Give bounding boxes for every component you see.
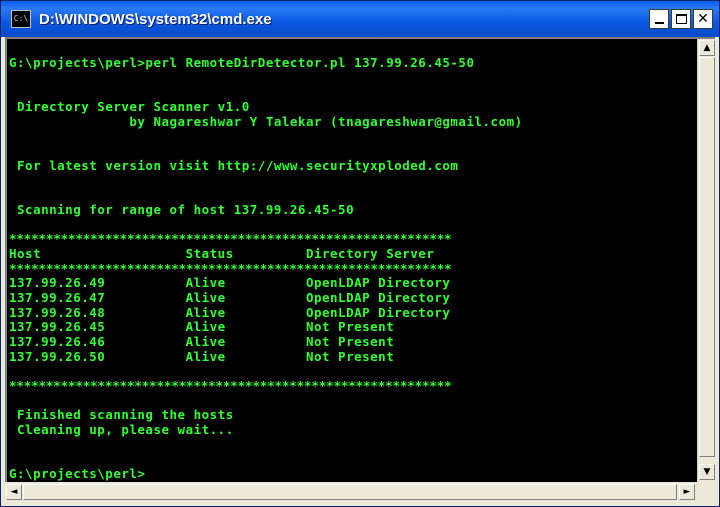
separator-line: ****************************************… <box>9 231 452 246</box>
vertical-scroll-thumb[interactable] <box>699 57 715 457</box>
title-bar[interactable]: C:\ D:\WINDOWS\system32\cmd.exe ✕ <box>1 1 719 37</box>
horizontal-scroll-thumb[interactable] <box>23 484 677 500</box>
scroll-down-button[interactable]: ▼ <box>699 464 715 480</box>
console-line: Finished scanning the hosts <box>9 407 234 422</box>
console-line: G:\projects\perl>perl RemoteDirDetector.… <box>9 55 475 70</box>
table-row: 137.99.26.47 Alive OpenLDAP Directory <box>9 290 451 305</box>
separator-line: ****************************************… <box>9 378 452 393</box>
scroll-left-icon: ◄ <box>10 487 18 497</box>
scroll-right-button[interactable]: ► <box>679 484 695 500</box>
cmd-app-icon[interactable]: C:\ <box>11 10 31 28</box>
minimize-icon <box>654 22 664 24</box>
console-output[interactable]: G:\projects\perl>perl RemoteDirDetector.… <box>7 39 695 482</box>
vertical-scrollbar[interactable]: ▲ ▼ <box>697 39 715 482</box>
window-controls: ✕ <box>649 9 713 29</box>
scroll-up-icon: ▲ <box>703 43 711 53</box>
maximize-icon <box>675 14 687 24</box>
scroll-down-icon: ▼ <box>703 467 711 477</box>
minimize-button[interactable] <box>649 9 669 29</box>
console-frame: G:\projects\perl>perl RemoteDirDetector.… <box>5 37 715 482</box>
table-row: 137.99.26.45 Alive Not Present <box>9 319 395 334</box>
console-line: Scanning for range of host 137.99.26.45-… <box>9 202 355 217</box>
table-row: 137.99.26.49 Alive OpenLDAP Directory <box>9 275 451 290</box>
close-icon: ✕ <box>697 11 709 27</box>
horizontal-scrollbar[interactable]: ◄ ► <box>5 483 715 501</box>
cmd-window: C:\ D:\WINDOWS\system32\cmd.exe ✕ G:\pro… <box>0 0 720 507</box>
maximize-button[interactable] <box>671 9 691 29</box>
table-row: 137.99.26.50 Alive Not Present <box>9 349 395 364</box>
scroll-left-button[interactable]: ◄ <box>6 484 22 500</box>
console-line: Cleaning up, please wait... <box>9 422 234 437</box>
scroll-right-icon: ► <box>683 487 691 497</box>
prompt-line: G:\projects\perl> <box>9 466 146 481</box>
console-line: by Nagareshwar Y Talekar (tnagareshwar@g… <box>9 114 523 129</box>
close-button[interactable]: ✕ <box>693 9 713 29</box>
window-title: D:\WINDOWS\system32\cmd.exe <box>39 10 272 28</box>
scroll-up-button[interactable]: ▲ <box>699 40 715 56</box>
table-header: Host Status Directory Server <box>9 246 435 261</box>
table-row: 137.99.26.46 Alive Not Present <box>9 334 395 349</box>
console-line: Directory Server Scanner v1.0 <box>9 99 250 114</box>
console-line: For latest version visit http://www.secu… <box>9 158 459 173</box>
